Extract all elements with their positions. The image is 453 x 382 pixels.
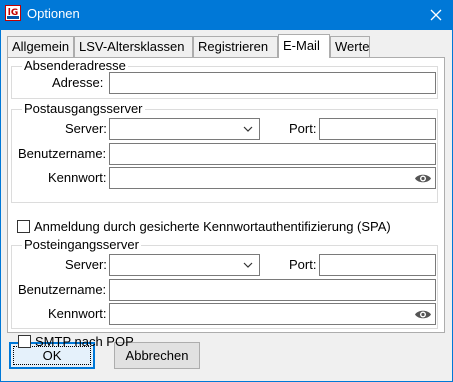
incoming-server-label: Server: [65,257,107,272]
tab-lsv-altersklassen[interactable]: LSV-Altersklassen [74,36,193,57]
address-label: Adresse: [52,75,104,90]
tab-allgemein[interactable]: Allgemein [7,36,74,57]
show-password-eye-icon[interactable] [414,172,432,185]
smtp-after-pop-checkbox[interactable] [18,334,31,348]
incoming-password-label: Kennwort: [48,306,107,321]
incoming-username-field[interactable] [109,279,436,301]
spa-checkbox-row[interactable]: Anmeldung durch gesicherte Kennwortauthe… [17,218,391,234]
outgoing-password-field[interactable] [109,167,436,189]
show-password-eye-icon[interactable] [414,308,432,321]
incoming-group: Posteingangsserver Server: Port: Benutze… [11,237,438,349]
incoming-server-combo[interactable] [109,254,260,276]
tab-e-mail[interactable]: E-Mail [278,34,330,58]
close-icon [430,9,442,21]
incoming-port-field[interactable] [319,254,436,276]
incoming-password-field[interactable] [109,303,436,325]
outgoing-server-label: Server: [65,121,107,136]
chevron-down-icon[interactable] [243,262,253,269]
sender-group: Absenderadresse Adresse: [11,58,438,99]
outgoing-group: Postausgangsserver Server: Port: Benutze… [11,101,438,203]
outgoing-username-label: Benutzername: [18,146,107,161]
smtp-after-pop-label: SMTP nach POP [35,333,134,349]
app-icon: lG [5,5,21,21]
address-field[interactable] [109,72,436,94]
outgoing-username-field[interactable] [109,143,436,165]
outgoing-group-title: Postausgangsserver [22,101,145,117]
outgoing-password-label: Kennwort: [48,170,107,185]
incoming-port-label: Port: [289,257,317,272]
spa-label: Anmeldung durch gesicherte Kennwortauthe… [34,218,391,234]
smtp-after-pop-checkbox-row[interactable]: SMTP nach POP [18,333,134,349]
incoming-username-label: Benutzername: [18,282,107,297]
outgoing-server-combo[interactable] [109,118,260,140]
dialog-body: Allgemein LSV-Altersklassen Registrieren… [0,30,453,382]
close-button[interactable] [419,0,453,30]
title-bar: lG Optionen [0,0,453,30]
tab-registrieren[interactable]: Registrieren [193,36,278,57]
tab-werte[interactable]: Werte [330,36,370,57]
spa-checkbox[interactable] [17,219,30,233]
incoming-group-title: Posteingangsserver [22,237,141,253]
outgoing-port-label: Port: [289,121,317,136]
window-title: Optionen [27,6,80,21]
chevron-down-icon[interactable] [243,126,253,133]
email-tab-panel: Absenderadresse Adresse: Postausgangsser… [7,57,445,349]
outgoing-port-field[interactable] [319,118,436,140]
